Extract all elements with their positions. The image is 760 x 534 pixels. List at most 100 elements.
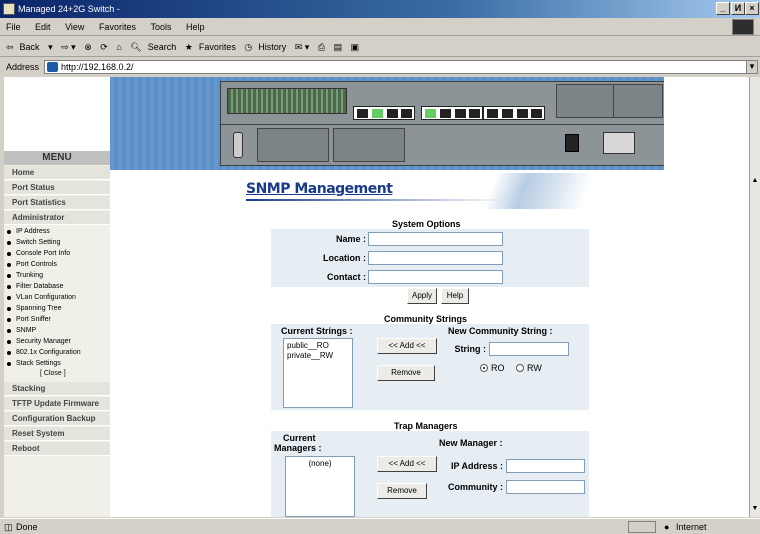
search-icon[interactable]: 🔍︎: [130, 42, 141, 52]
add-manager-button[interactable]: << Add <<: [377, 456, 437, 472]
current-managers-list[interactable]: (none): [285, 456, 355, 517]
home-icon[interactable]: ⌂: [116, 42, 121, 52]
switch-banner: [110, 77, 664, 170]
current-strings-list[interactable]: public__RO private__RW: [283, 338, 353, 408]
favorites-icon[interactable]: ★: [185, 42, 193, 52]
community-label: Community :: [448, 482, 503, 492]
menu-file[interactable]: File: [6, 22, 21, 32]
apply-button[interactable]: Apply: [407, 288, 437, 304]
page-content: MENU Home Port Status Port Statistics Ad…: [4, 77, 749, 517]
sidebar-item-console-port-info[interactable]: Console Port Info: [4, 249, 110, 259]
sidebar: MENU Home Port Status Port Statistics Ad…: [4, 151, 110, 517]
current-strings-label: Current Strings :: [281, 326, 353, 336]
ie-page-icon: [3, 3, 15, 15]
community-strings-heading: Community Strings: [384, 314, 468, 324]
sidebar-item-home[interactable]: Home: [4, 166, 110, 180]
name-input[interactable]: [368, 232, 503, 246]
sidebar-item-reset-system[interactable]: Reset System: [4, 427, 110, 441]
trap-managers-heading: Trap Managers: [394, 421, 458, 431]
title-underline: [246, 199, 506, 201]
community-input[interactable]: [506, 480, 585, 494]
ro-radio[interactable]: [480, 364, 488, 372]
sidebar-close-link[interactable]: [ Close ]: [40, 369, 66, 379]
ip-address-input[interactable]: [506, 459, 585, 473]
internet-zone-icon: ●: [664, 522, 670, 532]
window-title: Managed 24+2G Switch -: [18, 4, 120, 14]
history-icon[interactable]: ◷: [244, 42, 252, 52]
sidebar-item-spanning-tree[interactable]: Spanning Tree: [4, 304, 110, 314]
address-input[interactable]: http://192.168.0.2/: [44, 60, 750, 74]
rw-radio[interactable]: [516, 364, 524, 372]
sidebar-item-port-statistics[interactable]: Port Statistics: [4, 196, 110, 210]
sidebar-item-port-controls[interactable]: Port Controls: [4, 260, 110, 270]
sidebar-item-vlan-configuration[interactable]: VLan Configuration: [4, 293, 110, 303]
module-slot-2: [333, 128, 405, 162]
back-arrow-icon[interactable]: ⇦: [6, 42, 14, 52]
sidebar-item-security-manager[interactable]: Security Manager: [4, 337, 110, 347]
ie-icon: [47, 62, 58, 72]
sidebar-item-filter-database[interactable]: Filter Database: [4, 282, 110, 292]
power-socket: [603, 132, 635, 154]
sidebar-item-tftp-update-firmware[interactable]: TFTP Update Firmware: [4, 397, 110, 411]
list-item[interactable]: private__RW: [287, 351, 349, 361]
refresh-icon[interactable]: ⟳: [100, 42, 108, 52]
help-button[interactable]: Help: [441, 288, 469, 304]
list-item[interactable]: (none): [289, 459, 351, 469]
sidebar-item-8021x-configuration[interactable]: 802.1x Configuration: [4, 348, 110, 358]
location-label: Location :: [323, 253, 366, 263]
contact-input[interactable]: [368, 270, 503, 284]
title-decoration: [464, 173, 614, 209]
gbic-slot-2: [613, 84, 663, 118]
vertical-scrollbar[interactable]: ▲ ▼: [749, 77, 760, 517]
community-string-input[interactable]: [489, 342, 569, 356]
led-panel: [227, 88, 347, 114]
sidebar-item-stacking[interactable]: Stacking: [4, 382, 110, 396]
remove-community-button[interactable]: Remove: [377, 365, 435, 381]
menu-view[interactable]: View: [65, 22, 84, 32]
history-button[interactable]: History: [258, 42, 286, 52]
favorites-button[interactable]: Favorites: [199, 42, 236, 52]
sidebar-item-administrator[interactable]: Administrator: [4, 211, 110, 225]
address-dropdown-button[interactable]: ▼: [746, 60, 758, 74]
scroll-down-icon[interactable]: ▼: [750, 505, 760, 515]
location-input[interactable]: [368, 251, 503, 265]
string-label: String :: [454, 344, 487, 354]
port-block-2: [421, 106, 483, 120]
sidebar-item-reboot[interactable]: Reboot: [4, 442, 110, 456]
minimize-button[interactable]: _: [716, 2, 730, 15]
forward-icon[interactable]: ⇨ ▾: [61, 42, 76, 52]
print-icon[interactable]: ⎙: [318, 42, 325, 52]
new-manager-label: New Manager :: [439, 438, 503, 448]
close-button[interactable]: ×: [745, 2, 759, 15]
mail-icon[interactable]: ✉ ▾: [295, 42, 310, 52]
discuss-icon[interactable]: ▣: [351, 42, 360, 52]
remove-manager-button[interactable]: Remove: [377, 483, 427, 499]
sidebar-item-port-status[interactable]: Port Status: [4, 181, 110, 195]
menubar: File Edit View Favorites Tools Help: [0, 18, 760, 36]
sidebar-item-port-sniffer[interactable]: Port Sniffer: [4, 315, 110, 325]
sidebar-item-ip-address[interactable]: IP Address: [4, 227, 110, 237]
port-block-1: [353, 106, 415, 120]
address-url: http://192.168.0.2/: [61, 62, 134, 72]
sidebar-item-switch-setting[interactable]: Switch Setting: [4, 238, 110, 248]
maximize-button[interactable]: И: [731, 2, 745, 15]
menu-favorites[interactable]: Favorites: [99, 22, 136, 32]
add-community-button[interactable]: << Add <<: [377, 338, 437, 354]
status-bar: ◫ Done ● Internet: [0, 518, 760, 534]
sidebar-item-trunking[interactable]: Trunking: [4, 271, 110, 281]
sidebar-item-snmp[interactable]: SNMP: [4, 326, 110, 336]
back-dropdown-icon[interactable]: ▾: [48, 42, 53, 52]
zone-text: Internet: [676, 522, 707, 532]
menu-edit[interactable]: Edit: [35, 22, 51, 32]
sidebar-item-configuration-backup[interactable]: Configuration Backup: [4, 412, 110, 426]
back-button[interactable]: Back: [20, 42, 40, 52]
search-button[interactable]: Search: [148, 42, 177, 52]
list-item[interactable]: public__RO: [287, 341, 349, 351]
current-managers-label-1: Current: [283, 433, 316, 443]
menu-help[interactable]: Help: [186, 22, 205, 32]
scroll-up-icon[interactable]: ▲: [750, 177, 760, 187]
stop-icon[interactable]: ⊗: [84, 42, 92, 52]
sidebar-item-stack-settings[interactable]: Stack Settings: [4, 359, 110, 369]
menu-tools[interactable]: Tools: [150, 22, 171, 32]
edit-icon[interactable]: ▤: [334, 42, 343, 52]
